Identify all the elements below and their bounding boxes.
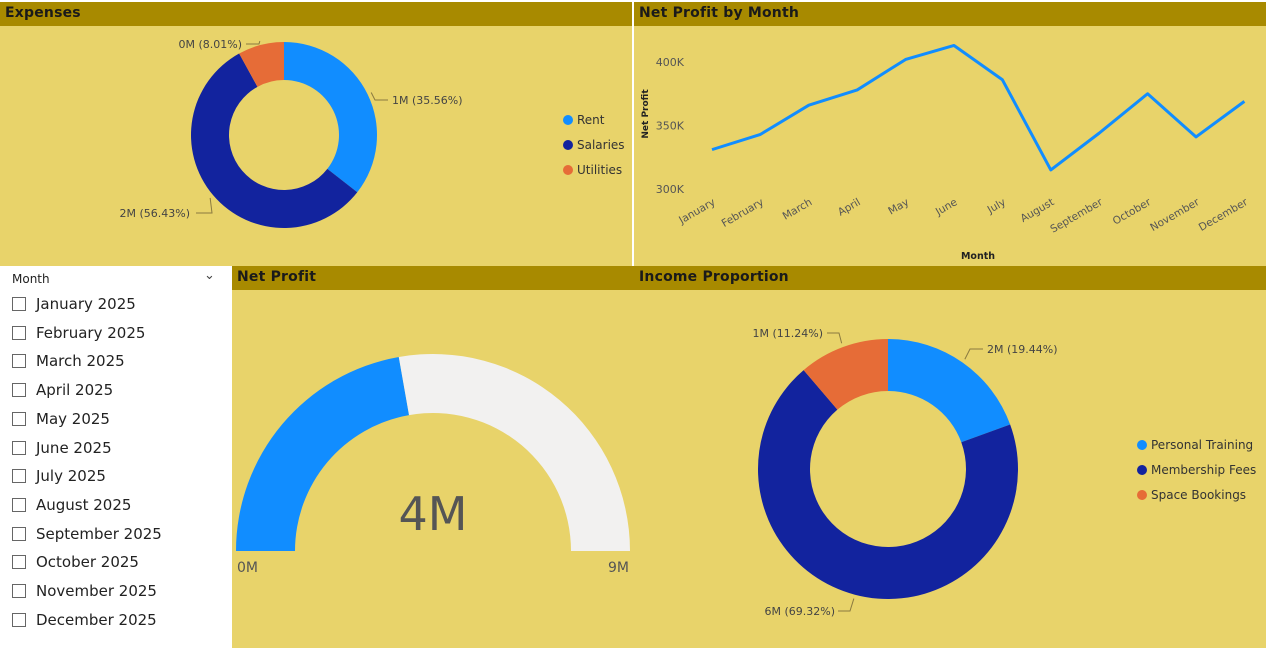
slicer-item-august-2025[interactable]: August 2025: [12, 495, 131, 515]
legend-item-membership-fees[interactable]: Membership Fees: [1151, 463, 1256, 477]
slicer-item-label: December 2025: [36, 610, 157, 629]
slicer-item-february-2025[interactable]: February 2025: [12, 323, 145, 343]
x-tick-label-june: June: [933, 196, 960, 218]
slicer-item-label: January 2025: [36, 295, 136, 313]
income-data-label: 6M (69.32%): [764, 605, 835, 618]
x-tick-label-february: February: [720, 196, 766, 230]
expenses-data-label: 2M (56.43%): [119, 207, 190, 220]
legend-item-personal-training[interactable]: Personal Training: [1151, 438, 1253, 452]
net-profit-line-chart[interactable]: 400K 350K 300K Net Profit January February Mar…: [634, 2, 1266, 266]
slicer-item-label: April 2025: [36, 381, 114, 400]
checkbox[interactable]: [12, 612, 26, 627]
gauge-min-label: 0M: [237, 560, 258, 576]
checkbox[interactable]: [12, 555, 26, 570]
y-tick-label: 300K: [656, 183, 685, 196]
checkbox[interactable]: [12, 297, 26, 311]
gauge-filled-arc: [236, 356, 410, 551]
slicer-item-label: November 2025: [36, 582, 157, 600]
income-leader-line: [838, 598, 855, 612]
checkbox[interactable]: [12, 526, 26, 541]
checkbox[interactable]: [12, 411, 26, 426]
expenses-data-label: 0M (8.01%): [178, 38, 242, 51]
slicer-item-october-2025[interactable]: October 2025: [12, 552, 139, 572]
checkbox[interactable]: [12, 325, 26, 340]
expenses-legend-marker: [563, 140, 573, 150]
income-legend-marker: [1137, 440, 1147, 450]
income-donut-chart[interactable]: 2M (19.44%) 6M (69.32%) 1M (11.24%) Persona…: [634, 266, 1266, 648]
x-tick-label-march: March: [781, 196, 815, 222]
y-tick-label: 350K: [656, 120, 685, 133]
x-tick-label-november: November: [1148, 196, 1202, 234]
expenses-leader-line: [196, 197, 213, 214]
expenses-slice-rent[interactable]: [284, 42, 377, 193]
expenses-legend-marker: [563, 115, 573, 125]
x-tick-label-may: May: [886, 196, 911, 217]
legend-item-space-bookings[interactable]: Space Bookings: [1151, 488, 1246, 502]
x-tick-label-august: August: [1018, 196, 1056, 225]
legend-item-salaries[interactable]: Salaries: [577, 138, 625, 152]
checkbox[interactable]: [12, 383, 26, 398]
expenses-leader-line: [370, 92, 388, 101]
slicer-item-june-2025[interactable]: June 2025: [12, 438, 112, 458]
checkbox[interactable]: [12, 497, 26, 512]
income-leader-line: [964, 348, 983, 360]
month-slicer: Month ⌄ January 2025 February 2025 March 2…: [0, 266, 231, 648]
net-profit-line-series[interactable]: [711, 43, 1246, 172]
chevron-down-icon[interactable]: ⌄: [204, 268, 215, 283]
x-axis-title: Month: [961, 251, 995, 262]
expenses-data-label: 1M (35.56%): [392, 94, 463, 107]
checkbox[interactable]: [12, 584, 26, 598]
slicer-item-july-2025[interactable]: July 2025: [12, 466, 106, 486]
slicer-item-january-2025[interactable]: January 2025: [12, 294, 136, 314]
x-tick-label-october: October: [1111, 196, 1154, 228]
checkbox[interactable]: [12, 469, 26, 484]
net-profit-panel: Net Profit 4M 0M 9M: [232, 266, 634, 648]
checkbox[interactable]: [12, 354, 26, 369]
slicer-item-april-2025[interactable]: April 2025: [12, 380, 113, 400]
gauge-max-label: 9M: [608, 560, 629, 576]
expenses-leader-line: [246, 40, 261, 45]
y-axis-title: Net Profit: [641, 89, 651, 139]
income-leader-line: [827, 332, 843, 344]
income-proportion-panel: Income Proportion 2M (19.44%) 6M (69.32%)…: [634, 266, 1266, 648]
gauge-value-label: 4M: [399, 487, 468, 541]
x-tick-label-january: January: [676, 196, 717, 227]
expenses-panel: Expenses 1M (35.56%) 2M (56.43%) 0M (8.01%…: [0, 2, 632, 266]
slicer-item-march-2025[interactable]: March 2025: [12, 351, 125, 371]
income-legend-marker: [1137, 465, 1147, 475]
income-data-label: 2M (19.44%): [987, 343, 1058, 356]
net-profit-by-month-panel: Net Profit by Month 400K 350K 300K Net Prof…: [634, 2, 1266, 266]
slicer-item-label: March 2025: [36, 352, 125, 371]
slicer-item-label: June 2025: [36, 438, 112, 457]
y-tick-label: 400K: [656, 56, 685, 69]
expenses-legend-marker: [563, 165, 573, 175]
slicer-item-label: August 2025: [36, 495, 132, 514]
slicer-item-december-2025[interactable]: December 2025: [12, 610, 157, 630]
slicer-title: Month: [12, 272, 50, 286]
expenses-donut-chart[interactable]: 1M (35.56%) 2M (56.43%) 0M (8.01%) Rent Sala…: [0, 2, 632, 266]
slicer-item-label: September 2025: [36, 524, 162, 543]
x-tick-label-december: December: [1197, 196, 1251, 234]
slicer-item-label: October 2025: [36, 553, 139, 572]
slicer-item-september-2025[interactable]: September 2025: [12, 524, 162, 544]
slicer-item-label: May 2025: [36, 409, 110, 428]
income-legend-marker: [1137, 490, 1147, 500]
income-data-label: 1M (11.24%): [752, 327, 823, 340]
slicer-item-may-2025[interactable]: May 2025: [12, 409, 110, 429]
checkbox[interactable]: [12, 440, 26, 455]
x-tick-label-april: April: [836, 196, 863, 218]
slicer-item-label: July 2025: [36, 467, 106, 486]
slicer-item-label: February 2025: [36, 323, 146, 342]
net-profit-gauge[interactable]: 4M 0M 9M: [232, 266, 634, 648]
x-tick-label-september: September: [1048, 196, 1105, 236]
slicer-item-november-2025[interactable]: November 2025: [12, 581, 157, 601]
legend-item-utilities[interactable]: Utilities: [577, 163, 622, 177]
x-tick-label-july: July: [985, 196, 1008, 216]
legend-item-rent[interactable]: Rent: [577, 113, 605, 127]
